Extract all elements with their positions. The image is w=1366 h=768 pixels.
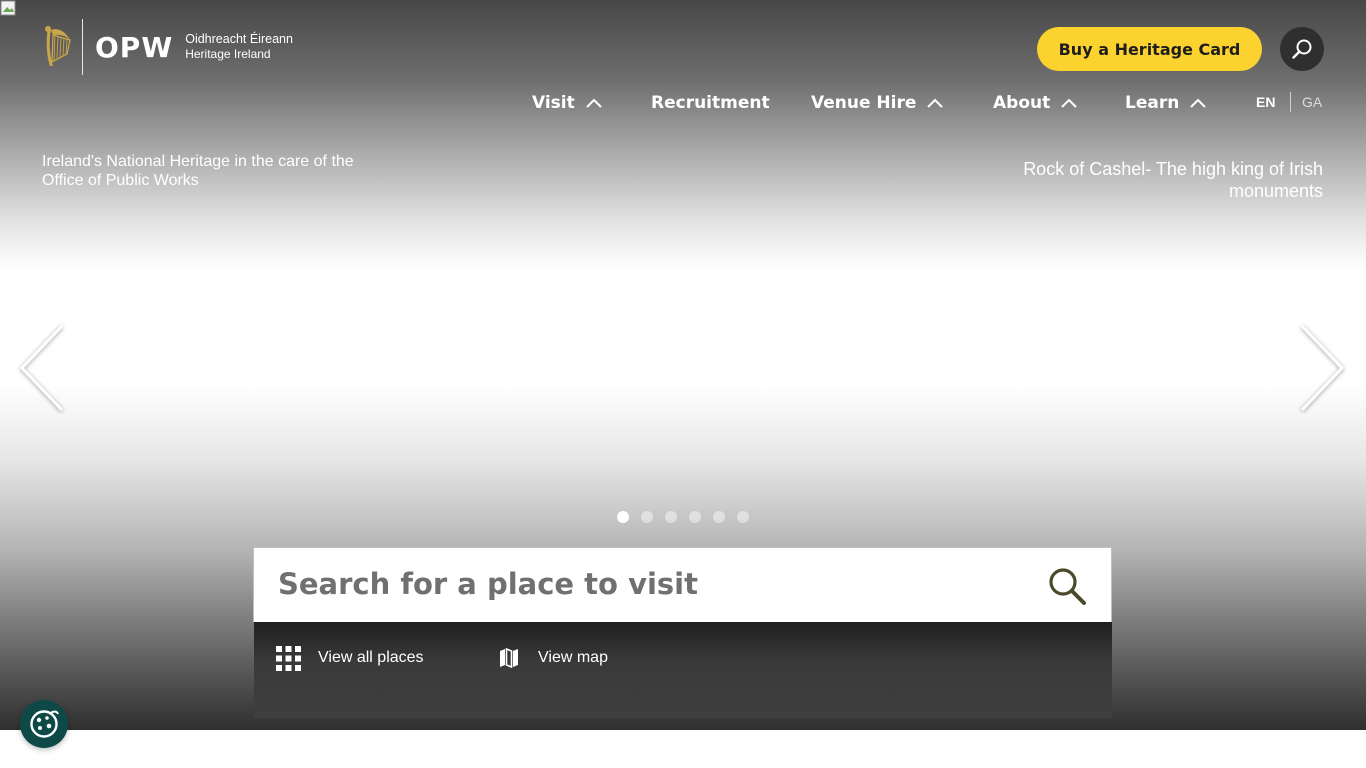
header-search-button[interactable] bbox=[1280, 27, 1324, 71]
place-search-box[interactable]: Search for a place to visit bbox=[253, 547, 1112, 622]
nav-label: Learn bbox=[1125, 93, 1180, 113]
search-options-panel: View all places View map bbox=[254, 622, 1112, 718]
nav-item-learn[interactable]: Learn bbox=[1125, 90, 1207, 116]
slide-dot-6[interactable] bbox=[737, 511, 749, 523]
buy-heritage-card-button[interactable]: Buy a Heritage Card bbox=[1037, 27, 1262, 71]
slide-indicators bbox=[617, 511, 761, 523]
site-tagline: Ireland's National Heritage in the care … bbox=[42, 153, 354, 189]
slide-caption[interactable]: Rock of Cashel- The high king of Irish m… bbox=[993, 158, 1323, 202]
nav-label: Venue Hire bbox=[811, 93, 917, 113]
search-icon[interactable] bbox=[1045, 564, 1089, 608]
chevron-up-icon bbox=[586, 98, 602, 108]
nav-item-about[interactable]: About bbox=[993, 90, 1078, 116]
logo-subtitle-english: Heritage Ireland bbox=[185, 47, 271, 61]
grid-icon bbox=[276, 645, 301, 671]
language-ga-link[interactable]: GA bbox=[1302, 94, 1322, 110]
language-en-link[interactable]: EN bbox=[1256, 94, 1275, 110]
cookie-settings-button[interactable] bbox=[20, 700, 68, 748]
previous-slide-icon[interactable] bbox=[16, 322, 66, 414]
cookie-icon bbox=[30, 710, 59, 738]
language-divider bbox=[1290, 92, 1291, 112]
chevron-up-icon bbox=[927, 98, 944, 108]
view-all-places-label: View all places bbox=[318, 649, 424, 666]
nav-item-visit[interactable]: Visit bbox=[532, 90, 603, 116]
place-search-input[interactable]: Search for a place to visit bbox=[278, 567, 698, 601]
slide-dot-4[interactable] bbox=[689, 511, 701, 523]
nav-label: Recruitment bbox=[651, 93, 770, 113]
nav-item-venue-hire[interactable]: Venue Hire bbox=[811, 90, 944, 116]
view-all-places-link[interactable]: View all places bbox=[276, 645, 424, 671]
logo-subtitle: Oidhreacht Éireann Heritage Ireland bbox=[185, 32, 293, 62]
slide-dot-1[interactable] bbox=[617, 511, 629, 523]
nav-label: About bbox=[993, 93, 1051, 113]
chevron-up-icon bbox=[1190, 98, 1207, 108]
logo-subtitle-irish: Oidhreacht Éireann bbox=[185, 32, 293, 46]
chevron-up-icon bbox=[1061, 98, 1077, 108]
slide-dot-5[interactable] bbox=[713, 511, 725, 523]
next-slide-icon[interactable] bbox=[1298, 322, 1348, 414]
slide-dot-3[interactable] bbox=[665, 511, 677, 523]
site-logo[interactable]: OPW Oidhreacht Éireann Heritage Ireland bbox=[40, 18, 293, 76]
harp-icon bbox=[45, 26, 71, 66]
search-icon bbox=[1292, 39, 1312, 59]
view-map-label: View map bbox=[538, 649, 608, 666]
nav-item-recruitment[interactable]: Recruitment bbox=[651, 90, 770, 116]
logo-divider bbox=[82, 19, 83, 75]
hero-banner: OPW Oidhreacht Éireann Heritage Ireland … bbox=[0, 0, 1366, 730]
logo-text: OPW bbox=[95, 30, 174, 64]
nav-label: Visit bbox=[532, 93, 575, 113]
map-icon bbox=[500, 648, 518, 668]
slide-dot-2[interactable] bbox=[641, 511, 653, 523]
site-header: OPW Oidhreacht Éireann Heritage Ireland … bbox=[0, 0, 1366, 130]
view-map-link[interactable]: View map bbox=[498, 648, 608, 668]
